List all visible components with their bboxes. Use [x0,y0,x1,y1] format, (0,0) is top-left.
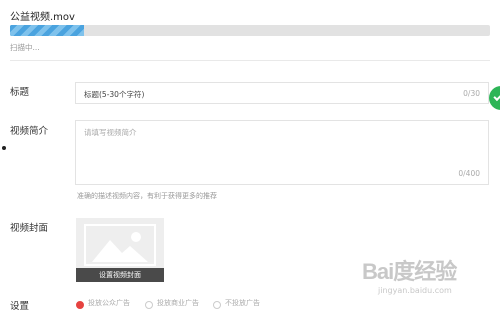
cover-placeholder[interactable]: 设置视频封面 [76,218,164,282]
title-input-text: 标题(5-30个字符) [84,90,145,99]
watermark-url: jingyan.baidu.com [378,286,452,295]
set-cover-button[interactable]: 设置视频封面 [76,268,164,282]
settings-label: 设置 [10,301,30,312]
watermark-brand: Bai度经验 [362,259,457,284]
upload-status: 扫描中... [10,43,40,52]
divider [10,60,490,61]
title-label: 标题 [10,87,30,98]
baidu-watermark: Bai度经验 jingyan.baidu.com [340,248,480,303]
description-char-counter: 0/400 [458,169,480,178]
cover-label: 视频封面 [10,223,49,234]
feedback-tab-icon[interactable] [489,86,500,110]
settings-radio-commercial-ads[interactable] [145,301,153,309]
description-hint: 准确的描述视频内容，有利于获得更多的推荐 [77,192,217,200]
upload-progress-fill [10,25,85,36]
settings-radio-public-ads[interactable] [76,301,84,309]
title-input[interactable]: 标题(5-30个字符) 0/30 [75,82,489,104]
title-char-counter: 0/30 [463,89,480,98]
settings-radio-no-ads[interactable] [213,301,221,309]
image-placeholder-icon [92,232,148,262]
description-label: 视频简介 [10,126,49,137]
file-name: 公益视频.mov [10,12,75,23]
bullet-dot [2,146,6,150]
description-placeholder: 请填写视频简介 [84,128,137,137]
cover-frame [84,224,156,266]
description-textarea[interactable]: 请填写视频简介 0/400 [75,120,489,185]
upload-progress-bar [10,25,490,36]
